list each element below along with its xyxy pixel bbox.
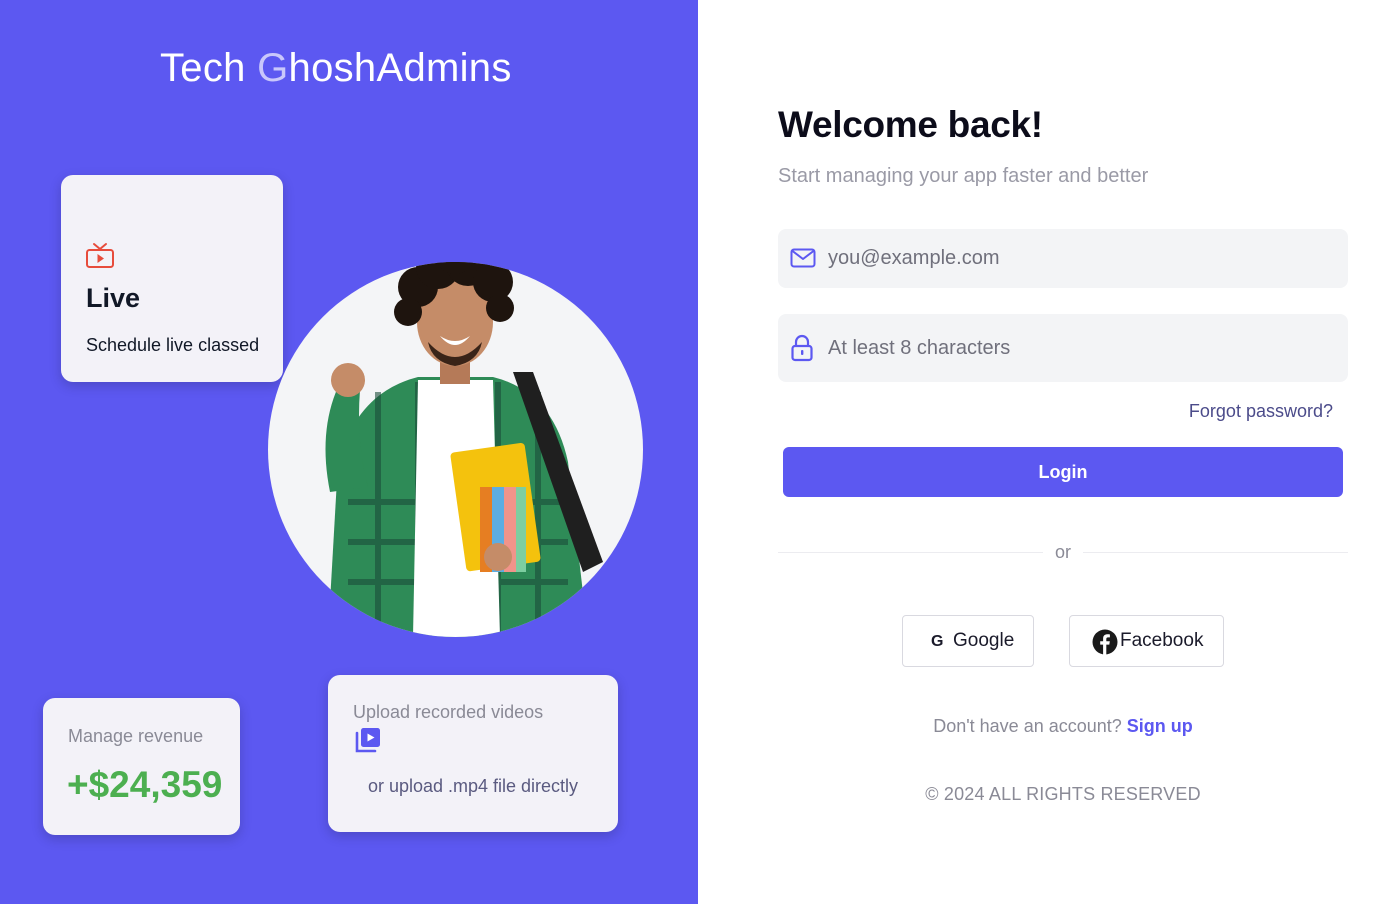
facebook-icon <box>1092 629 1118 661</box>
revenue-card: Manage revenue +$24,359 <box>43 698 240 835</box>
google-login-button[interactable]: G Google <box>902 615 1034 667</box>
upload-card: Upload recorded videos or upload .mp4 fi… <box>328 675 618 832</box>
revenue-label: Manage revenue <box>68 726 204 746</box>
signup-prompt: Don't have an account? <box>933 716 1122 736</box>
student-portrait <box>268 262 643 637</box>
facebook-login-button[interactable]: Facebook <box>1069 615 1224 667</box>
revenue-value: +$24,359 <box>67 764 223 805</box>
live-card-title: Live <box>86 283 141 313</box>
svg-text:G: G <box>931 633 943 649</box>
brand-part-3: hoshAdmins <box>288 46 512 90</box>
brand-part-2: G <box>257 46 289 90</box>
forgot-password-link[interactable]: Forgot password? <box>1150 401 1333 422</box>
live-tv-icon <box>86 243 114 268</box>
password-field[interactable] <box>778 314 1348 382</box>
hero-panel: Tech GhoshAdmins Live Schedule live clas… <box>0 0 698 904</box>
google-icon: G <box>929 631 945 655</box>
student-illustration <box>325 262 603 637</box>
brand-part-1: Tech <box>160 46 258 90</box>
brand-title: Tech GhoshAdmins <box>160 46 512 91</box>
login-heading: Welcome back! <box>778 104 1043 145</box>
email-field[interactable] <box>778 229 1348 288</box>
lock-icon <box>791 334 813 362</box>
signup-prompt-line: Don't have an account? Sign up <box>778 716 1348 737</box>
upload-subtitle: or upload .mp4 file directly <box>367 776 579 796</box>
google-button-label: Google <box>953 630 1015 651</box>
video-library-icon <box>355 728 380 753</box>
email-input[interactable] <box>828 229 1328 288</box>
copyright-text: © 2024 ALL RIGHTS RESERVED <box>925 784 1201 804</box>
facebook-button-label: Facebook <box>1120 630 1204 651</box>
mail-icon <box>790 248 816 268</box>
upload-label: Upload recorded videos <box>353 702 544 722</box>
login-button[interactable]: Login <box>783 447 1343 497</box>
signup-link[interactable]: Sign up <box>1127 716 1193 736</box>
divider-or-label: or <box>1043 542 1083 563</box>
login-subheading: Start managing your app faster and bette… <box>778 165 1149 187</box>
live-card: Live Schedule live classed <box>61 175 283 382</box>
password-input[interactable] <box>828 314 1328 382</box>
live-card-subtitle: Schedule live classed <box>86 335 260 355</box>
